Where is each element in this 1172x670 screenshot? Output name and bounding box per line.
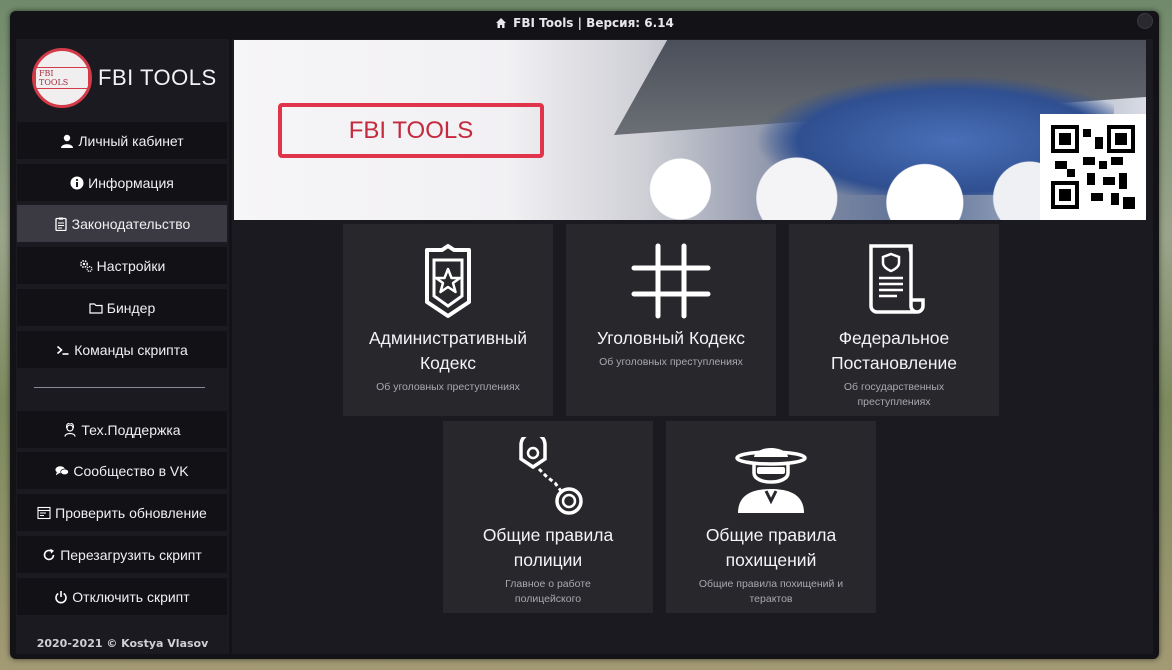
sidebar-item-support[interactable]: Тех.Поддержка [17,411,227,448]
sidebar-item-check-update[interactable]: Проверить обновление [17,494,227,531]
sidebar-item-label: Сообщество в VK [73,462,189,479]
banner-logo: FBI TOOLS [278,103,544,158]
scroll-document-icon [869,244,925,314]
card-description: Главное о работе полицейского [505,578,591,605]
close-button[interactable] [1137,13,1153,29]
sidebar-item-disable-script[interactable]: Отключить скрипт [17,578,227,615]
handcuffs-icon [519,437,583,515]
logo-badge: FBI TOOLS [35,67,89,89]
logo-text: FBI TOOLS [98,65,217,90]
main-content: FBI TOOLS Административный Кодекс Об уго… [232,39,1153,654]
sidebar-item-label: Команды скрипта [74,341,188,358]
sidebar-item-information[interactable]: Информация [17,164,227,201]
power-icon [55,590,68,603]
sidebar-item-label: Отключить скрипт [72,588,190,605]
sidebar: FBI TOOLS FBI TOOLS Личный кабинет Инфор… [16,39,229,654]
sidebar-item-label: Проверить обновление [55,504,207,521]
sidebar-item-legislation[interactable]: Законодательство [17,205,227,242]
sidebar-item-label: Информация [88,174,174,191]
folder-icon [89,302,103,314]
sidebar-item-label: Перезагрузить скрипт [60,546,202,563]
window-icon [37,506,51,519]
card-description: Общие правила похищений и терактов [698,578,844,605]
card-title: Уголовный Кодекс [596,328,746,348]
clipboard-icon [55,217,67,231]
home-icon [496,18,507,28]
app-logo: FBI TOOLS FBI TOOLS [32,47,217,109]
window-title: FBI Tools | Версия: 6.14 [513,16,674,30]
sidebar-item-settings[interactable]: Настройки [17,247,227,284]
copyright-footer: 2020-2021 © Kostya Vlasov [36,637,209,650]
qr-code-icon [1051,125,1135,209]
card-title: Общие правила похищений [705,525,837,570]
sidebar-item-personal-account[interactable]: Личный кабинет [17,122,227,159]
sidebar-item-label: Биндер [106,299,156,316]
support-agent-icon [64,422,77,437]
sidebar-item-vk-community[interactable]: Сообщество в VK [17,452,227,489]
sidebar-item-reload-script[interactable]: Перезагрузить скрипт [17,536,227,573]
sidebar-item-binder[interactable]: Биндер [17,289,227,326]
card-title: Федеральное Постановление [830,328,958,373]
sidebar-divider [34,387,205,388]
card-kidnapping-rules[interactable]: Общие правила похищений Общие правила по… [666,421,876,613]
card-title: Административный Кодекс [368,328,528,373]
qr-code [1040,114,1146,220]
chat-icon [55,465,70,475]
logo-emblem: FBI TOOLS [32,48,92,108]
banner-image: FBI TOOLS [234,40,1146,220]
card-administrative-code[interactable]: Административный Кодекс Об уголовных пре… [343,224,553,416]
masked-bandit-icon [735,448,807,513]
terminal-icon [57,345,69,355]
sidebar-item-label: Настройки [96,257,166,274]
card-description: Об государственных преступлениях [843,381,945,408]
title-bar[interactable]: FBI Tools | Версия: 6.14 [10,11,1159,35]
card-description: Об уголовных преступлениях [376,381,520,393]
card-criminal-code[interactable]: Уголовный Кодекс Об уголовных преступлен… [566,224,776,416]
app-window: FBI Tools | Версия: 6.14 FBI TOOLS FBI T… [10,11,1159,659]
gears-icon [79,259,93,272]
sidebar-item-label: Тех.Поддержка [81,421,181,438]
sidebar-item-label: Личный кабинет [78,132,184,149]
card-title: Общие правила полиции [482,525,614,570]
shield-star-icon [425,244,471,318]
sidebar-item-script-commands[interactable]: Команды скрипта [17,331,227,368]
reload-icon [43,548,55,560]
user-icon [61,134,74,148]
hashtag-icon [631,243,711,319]
sidebar-item-label: Законодательство [71,215,191,232]
card-police-rules[interactable]: Общие правила полиции Главное о работе п… [443,421,653,613]
card-description: Об уголовных преступлениях [599,356,743,368]
card-federal-resolution[interactable]: Федеральное Постановление Об государстве… [789,224,999,416]
info-icon [70,176,84,189]
